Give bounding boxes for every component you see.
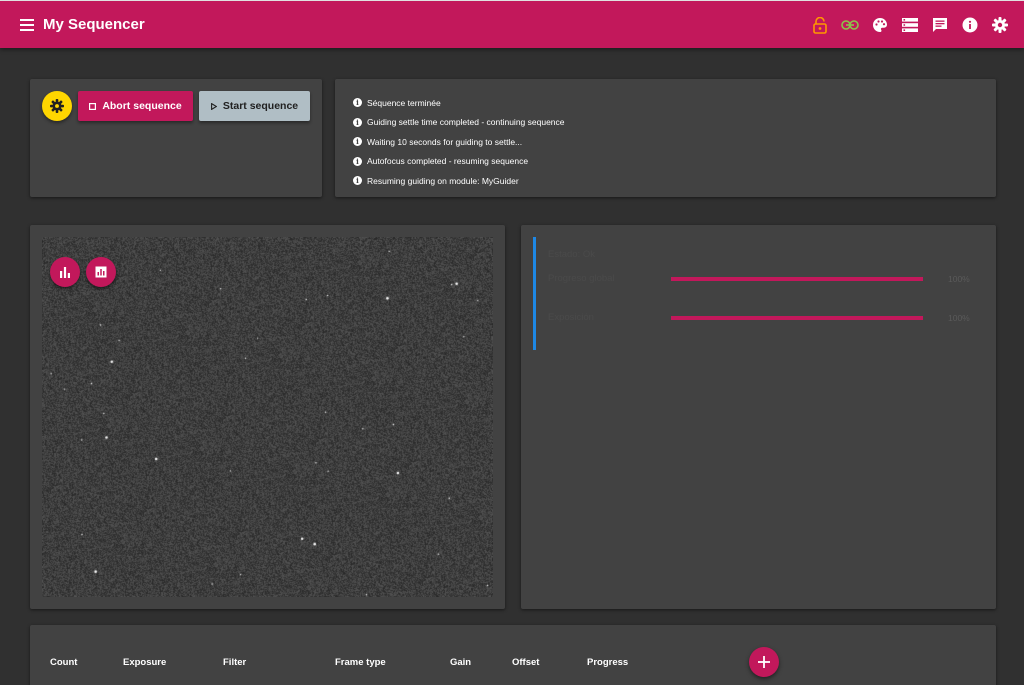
settings-button[interactable] — [990, 13, 1010, 37]
abort-sequence-button[interactable]: Abort sequence — [78, 91, 193, 121]
log-item: i Séquence terminée — [353, 93, 565, 113]
log-message: Guiding settle time completed - continui… — [367, 117, 565, 128]
settings-icon — [50, 99, 64, 113]
add-step-button[interactable] — [749, 647, 779, 677]
status-state: Estado: Ok — [548, 249, 595, 260]
log-card: i Séquence terminée i Guiding settle time … — [335, 79, 996, 197]
palette-button[interactable] — [870, 13, 890, 37]
histogram-button[interactable] — [50, 257, 80, 287]
start-sequence-button[interactable]: Start sequence — [199, 91, 310, 121]
controls-card: Abort sequence Start sequence — [30, 79, 322, 197]
status-indicator — [533, 237, 536, 350]
info-icon: i — [353, 117, 362, 127]
exposure-progress-label: Exposición — [548, 312, 594, 323]
link-icon — [841, 20, 859, 30]
toolbar — [810, 13, 1010, 37]
column-header-count[interactable]: Count — [50, 657, 77, 668]
info-button[interactable] — [960, 13, 980, 37]
sequence-settings-button[interactable] — [42, 91, 72, 121]
info-icon: i — [353, 137, 362, 147]
column-header-offset[interactable]: Offset — [512, 657, 539, 668]
sky-image[interactable] — [42, 237, 493, 597]
column-header-frame-type[interactable]: Frame type — [335, 657, 386, 668]
image-stats-button[interactable] — [86, 257, 116, 287]
palette-icon — [873, 18, 887, 32]
log-message: Séquence terminée — [367, 97, 441, 108]
global-progress-value: 100% — [948, 274, 970, 284]
log-message: Resuming guiding on module: MyGuider — [367, 175, 519, 186]
lock-open-button[interactable] — [810, 13, 830, 37]
start-sequence-label: Start sequence — [222, 100, 299, 112]
menu-button[interactable] — [15, 13, 39, 37]
menu-icon — [20, 18, 34, 31]
column-header-gain[interactable]: Gain — [450, 657, 471, 668]
analytics-icon — [95, 266, 107, 278]
column-header-progress[interactable]: Progress — [587, 657, 628, 668]
exposure-progress-bar — [671, 316, 923, 320]
image-card — [30, 225, 505, 609]
notes-icon — [933, 18, 947, 32]
info-icon: i — [353, 156, 362, 166]
status-card: Estado: Ok Progreso global 100% Exposici… — [521, 225, 996, 609]
app-title: My Sequencer — [43, 16, 145, 33]
global-progress-label: Progreso global — [548, 273, 615, 284]
storage-button[interactable] — [900, 13, 920, 37]
column-header-filter[interactable]: Filter — [223, 657, 246, 668]
exposure-progress-value: 100% — [948, 313, 970, 323]
sequence-table-card: Count Exposure Filter Frame type Gain Of… — [30, 625, 996, 685]
column-header-exposure[interactable]: Exposure — [123, 657, 166, 668]
app-bar: My Sequencer — [0, 0, 1024, 48]
lock-open-icon — [813, 16, 827, 34]
log-item: i Guiding settle time completed - continu… — [353, 113, 565, 133]
info-icon: i — [353, 176, 362, 186]
log-item: i Resuming guiding on module: MyGuider — [353, 171, 565, 191]
info-icon: i — [353, 98, 362, 108]
plus-icon — [758, 656, 770, 668]
abort-sequence-label: Abort sequence — [102, 100, 182, 112]
bar-chart-icon — [60, 267, 70, 278]
play-icon — [210, 102, 217, 110]
link-button[interactable] — [840, 13, 860, 37]
stop-icon — [89, 102, 97, 110]
global-progress-bar — [671, 277, 923, 281]
log-message: Waiting 10 seconds for guiding to settle… — [367, 136, 523, 147]
star-field — [42, 237, 493, 597]
info-icon — [962, 17, 978, 33]
log-item: i Waiting 10 seconds for guiding to settl… — [353, 132, 565, 152]
log-item: i Autofocus completed - resuming sequence — [353, 152, 565, 172]
log-list: i Séquence terminée i Guiding settle time … — [353, 93, 565, 191]
storage-icon — [902, 18, 918, 32]
log-message: Autofocus completed - resuming sequence — [367, 156, 529, 167]
notes-button[interactable] — [930, 13, 950, 37]
settings-icon — [992, 17, 1008, 33]
